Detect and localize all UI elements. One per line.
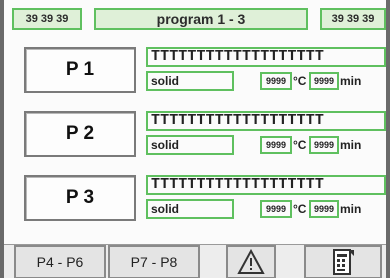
program-row-1: P 1 TTTTTTTTTTTTTTTTTTT solid 9999 °C 99… xyxy=(4,47,386,95)
page-title: program 1 - 3 xyxy=(94,8,308,30)
warning-triangle-icon xyxy=(237,249,265,274)
temperature-field[interactable]: 9999 xyxy=(260,200,292,218)
program-name-field[interactable]: TTTTTTTTTTTTTTTTTTT xyxy=(146,111,386,131)
time-unit: min xyxy=(340,138,362,152)
program-name-field[interactable]: TTTTTTTTTTTTTTTTTTT xyxy=(146,175,386,195)
program-row-2: P 2 TTTTTTTTTTTTTTTTTTT solid 9999 °C 99… xyxy=(4,111,386,159)
temperature-unit: °C xyxy=(293,138,307,152)
programs-p4-p6-button[interactable]: P4 - P6 xyxy=(14,245,106,278)
header-bar: 39 39 39 program 1 - 3 39 39 39 xyxy=(12,8,386,30)
time-unit: min xyxy=(340,74,362,88)
document-icon xyxy=(333,249,354,275)
program-type-field[interactable]: solid xyxy=(146,199,234,219)
time-field[interactable]: 9999 xyxy=(309,200,339,218)
header-left-field: 39 39 39 xyxy=(12,8,82,30)
program-button-p2[interactable]: P 2 xyxy=(24,111,136,157)
program-row-3: P 3 TTTTTTTTTTTTTTTTTTT solid 9999 °C 99… xyxy=(4,175,386,223)
temperature-field[interactable]: 9999 xyxy=(260,72,292,90)
bottom-button-bar: P4 - P6 P7 - P8 xyxy=(4,244,386,278)
document-button[interactable] xyxy=(304,245,382,278)
program-button-p3[interactable]: P 3 xyxy=(24,175,136,221)
time-field[interactable]: 9999 xyxy=(309,136,339,154)
hmi-screen: 39 39 39 program 1 - 3 39 39 39 P 1 TTTT… xyxy=(0,0,390,278)
warning-button[interactable] xyxy=(226,245,276,278)
temperature-unit: °C xyxy=(293,202,307,216)
program-name-field[interactable]: TTTTTTTTTTTTTTTTTTT xyxy=(146,47,386,67)
program-button-p1[interactable]: P 1 xyxy=(24,47,136,93)
program-type-field[interactable]: solid xyxy=(146,71,234,91)
time-unit: min xyxy=(340,202,362,216)
time-field[interactable]: 9999 xyxy=(309,72,339,90)
temperature-field[interactable]: 9999 xyxy=(260,136,292,154)
header-right-field: 39 39 39 xyxy=(320,8,386,30)
temperature-unit: °C xyxy=(293,74,307,88)
program-type-field[interactable]: solid xyxy=(146,135,234,155)
programs-p7-p8-button[interactable]: P7 - P8 xyxy=(108,245,200,278)
